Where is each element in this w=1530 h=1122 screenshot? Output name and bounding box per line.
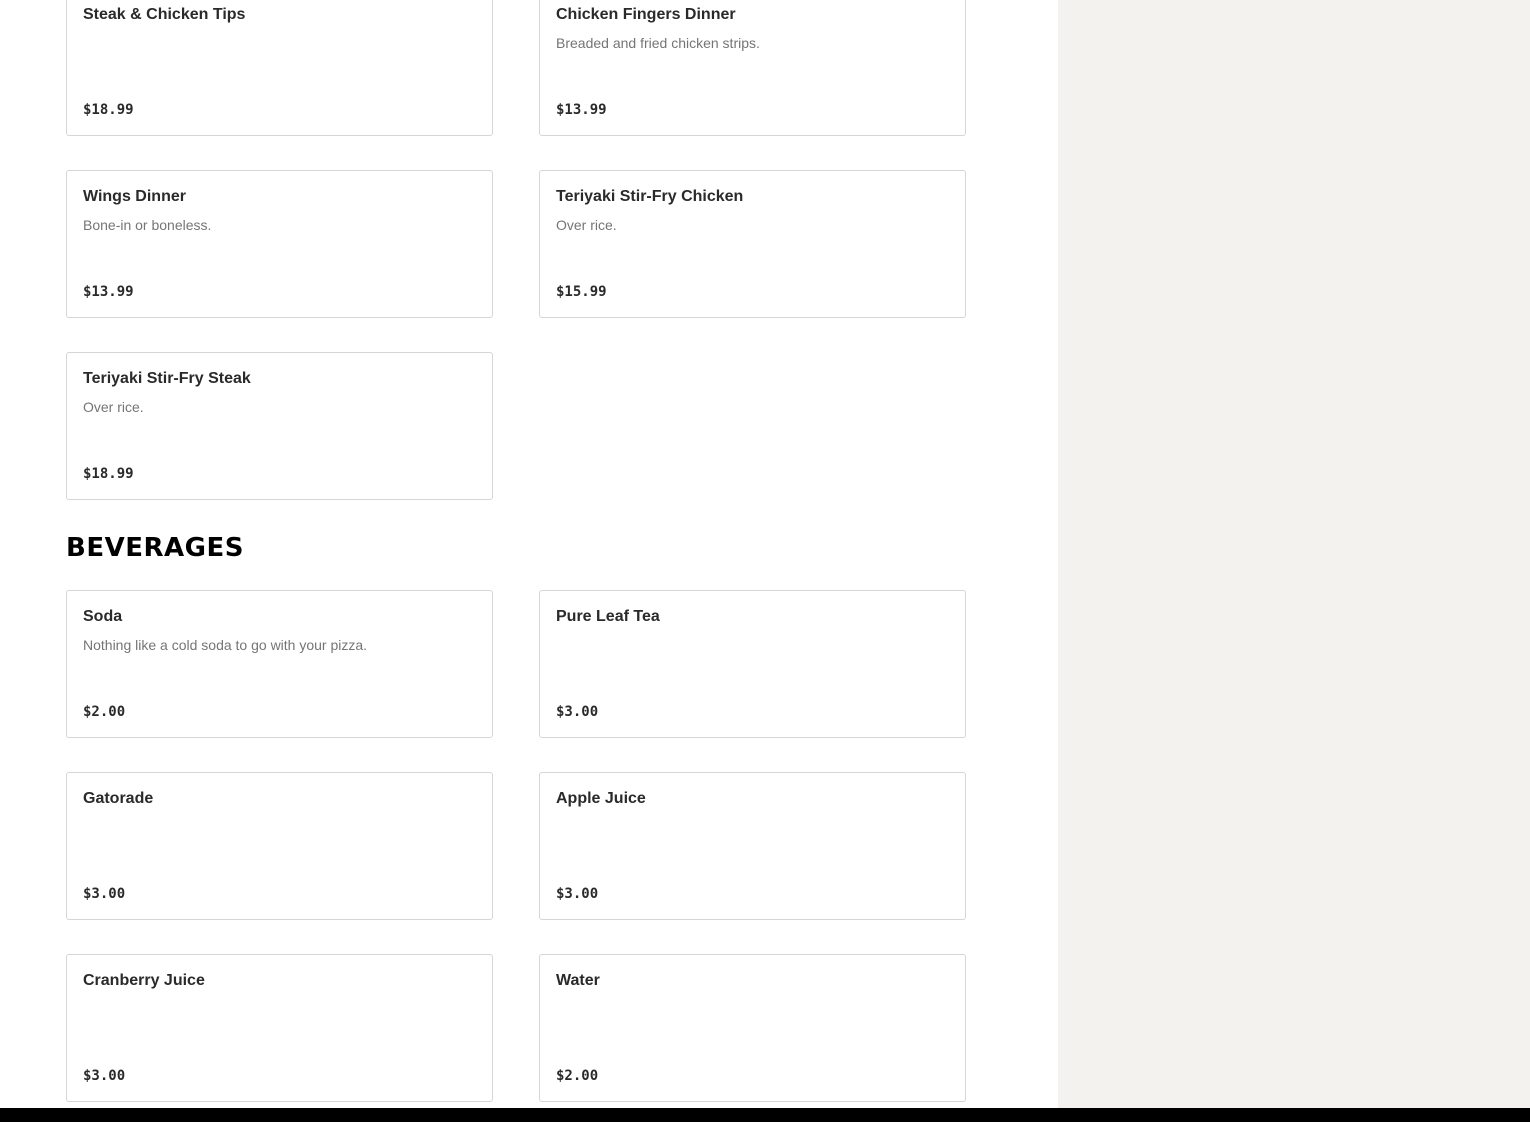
menu-item-price: $3.00 [556,704,599,720]
side-panel [1058,0,1530,1108]
menu-item-name: Cranberry Juice [83,972,205,989]
menu-item-card[interactable]: Teriyaki Stir-Fry Steak Over rice. $18.9… [66,352,493,500]
menu-item-name: Soda [83,608,123,625]
menu-item-price: $18.99 [83,102,134,118]
menu-item-name: Teriyaki Stir-Fry Chicken [556,188,744,205]
menu-item-card[interactable]: Teriyaki Stir-Fry Chicken Over rice. $15… [539,170,966,318]
menu-item-price: $2.00 [83,704,126,720]
menu-item-price: $18.99 [83,466,134,482]
menu-item-price: $3.00 [83,1068,126,1084]
menu-item-name: Steak & Chicken Tips [83,6,246,23]
menu-item-card[interactable]: Chicken Fingers Dinner Breaded and fried… [539,0,966,136]
menu-item-description: Over rice. [83,399,144,415]
menu-item-description: Nothing like a cold soda to go with your… [83,637,368,653]
menu-item-name: Wings Dinner [83,188,186,205]
section-title-beverages: BEVERAGES [66,533,244,563]
menu-item-description: Breaded and fried chicken strips. [556,35,760,51]
menu-item-card[interactable]: Wings Dinner Bone-in or boneless. $13.99 [66,170,493,318]
menu-item-name: Apple Juice [556,790,646,807]
menu-item-price: $2.00 [556,1068,599,1084]
menu-item-price: $13.99 [556,102,607,118]
menu-item-card[interactable]: Water $2.00 [539,954,966,1102]
menu-item-name: Teriyaki Stir-Fry Steak [83,370,251,387]
menu-item-name: Water [556,972,600,989]
menu-item-name: Chicken Fingers Dinner [556,6,736,23]
menu-item-card[interactable]: Cranberry Juice $3.00 [66,954,493,1102]
menu-item-description: Bone-in or boneless. [83,217,212,233]
menu-item-price: $3.00 [556,886,599,902]
menu-content: Steak & Chicken Tips $18.99 Chicken Fing… [0,0,1058,1108]
menu-item-description: Over rice. [556,217,617,233]
menu-item-price: $13.99 [83,284,134,300]
menu-item-card[interactable]: Pure Leaf Tea $3.00 [539,590,966,738]
menu-item-name: Gatorade [83,790,154,807]
menu-item-name: Pure Leaf Tea [556,608,660,625]
menu-item-card[interactable]: Soda Nothing like a cold soda to go with… [66,590,493,738]
menu-item-price: $15.99 [556,284,607,300]
menu-item-price: $3.00 [83,886,126,902]
bottom-bar [0,1108,1530,1122]
menu-item-card[interactable]: Gatorade $3.00 [66,772,493,920]
menu-item-card[interactable]: Steak & Chicken Tips $18.99 [66,0,493,136]
menu-item-card[interactable]: Apple Juice $3.00 [539,772,966,920]
